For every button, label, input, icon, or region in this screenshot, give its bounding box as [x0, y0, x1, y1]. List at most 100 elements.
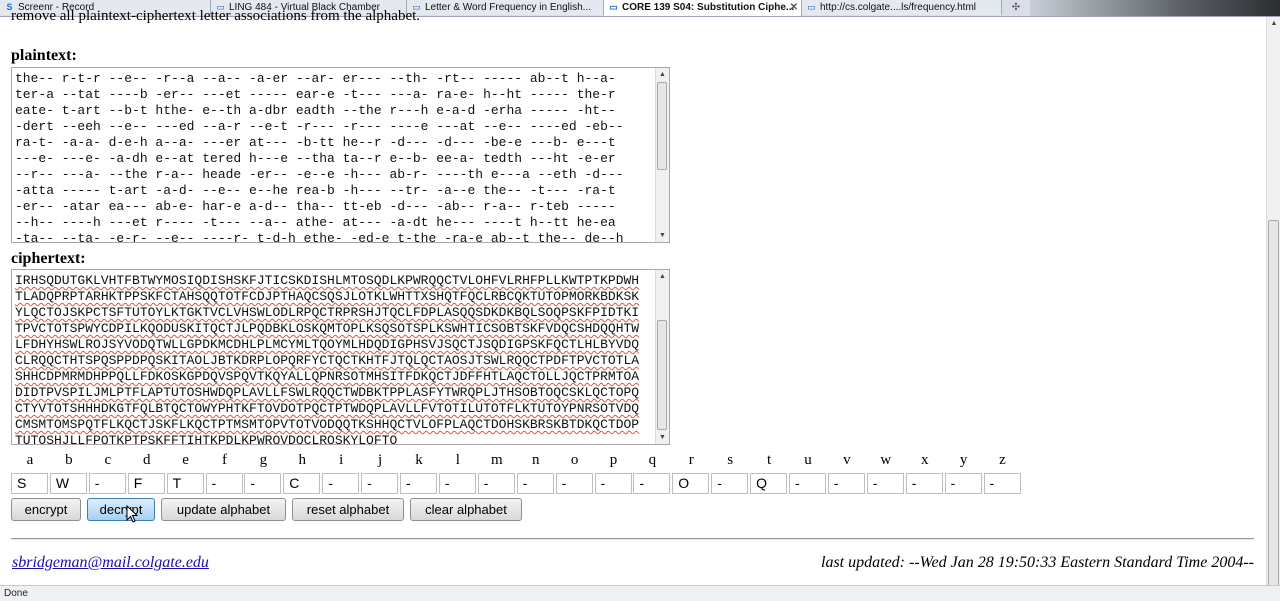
alphabet-mapping-input[interactable]: -	[400, 473, 437, 494]
alphabet-mapping-input[interactable]: -	[244, 473, 282, 494]
alphabet-letter-label: z	[999, 452, 1006, 468]
alphabet-letter-label: e	[182, 452, 189, 468]
ciphertext-line: TPVCTOTSPWYCDPILKQODUSKITQCTJLPQDBKLOSKQ…	[15, 321, 640, 336]
plaintext-line: -dert --eeh --e-- ---ed --a-r --e-t -r--…	[15, 119, 624, 134]
ciphertext-textarea[interactable]: IRHSQDUTGKLVHTFBTWYMOSIQDISHSKFJTICSKDIS…	[11, 269, 670, 445]
alphabet-mapping-input[interactable]: -	[711, 473, 749, 494]
footer-divider	[11, 538, 1254, 540]
scroll-up-arrow-icon[interactable]: ▲	[656, 68, 669, 81]
alphabet-mapping-input[interactable]: -	[88, 473, 126, 494]
tab-label: CORE 139 S04: Substitution Ciphe...	[622, 2, 795, 13]
plaintext-line: ter-a --tat ----b -er-- ---et ----- ear-…	[15, 87, 616, 102]
plaintext-line: ra-t- -a-a- d-e-h a--a- ---er at--- -b-t…	[15, 135, 616, 150]
plaintext-textarea[interactable]: the-- r-t-r --e-- -r--a --a-- -a-er --ar…	[11, 67, 670, 243]
alphabet-mapping-input[interactable]: -	[555, 473, 593, 494]
status-text: Done	[4, 588, 28, 599]
alphabet-letter-label: i	[339, 452, 344, 468]
alphabet-letter-label: v	[843, 452, 851, 468]
alphabet-mapping-input[interactable]: O	[672, 473, 710, 494]
alphabet-mapping-input[interactable]: -	[361, 473, 399, 494]
reset-alphabet-button[interactable]: reset alphabet	[292, 498, 404, 521]
alphabet-mapping-input[interactable]: -	[944, 473, 982, 494]
plaintext-line: -ta-- --ta- -e-r- --e-- ----r- t-d-h eth…	[15, 231, 624, 243]
tab-label: Letter & Word Frequency in English...	[425, 2, 592, 13]
alphabet-mapping-input[interactable]: -	[438, 473, 476, 494]
ciphertext-line: CTYVTOTSHHHDKGTFQLBTQCTOWYPHTKFTOVDOTPQC…	[15, 401, 640, 416]
tab-frequency-html[interactable]: ▭ http://cs.colgate....ls/frequency.html	[802, 0, 1002, 15]
scroll-down-arrow-icon[interactable]: ▼	[656, 229, 669, 242]
instruction-text: remove all plaintext-ciphertext letter a…	[11, 8, 421, 24]
encrypt-button[interactable]: encrypt	[11, 498, 81, 521]
alphabet-letter-label: s	[727, 452, 734, 468]
status-bar: Done	[0, 585, 1280, 601]
ciphertext-scrollbar[interactable]: ▲ ▼	[655, 270, 669, 444]
plaintext-line: -atta ----- t-art -a-d- --e-- e--he rea-…	[15, 183, 616, 198]
alphabet-mapping-input[interactable]: S	[11, 473, 48, 494]
alphabet-mapping-input[interactable]: F	[127, 473, 165, 494]
alphabet-letter-label: g	[259, 452, 268, 468]
tab-letter-frequency[interactable]: ▭ Letter & Word Frequency in English...	[407, 0, 604, 15]
alphabet-letter-label: r	[688, 452, 694, 468]
alphabet-letter-label: f	[222, 452, 227, 468]
page-scrollbar[interactable]: ▲	[1266, 17, 1280, 588]
decrypt-button[interactable]: decrypt	[87, 498, 155, 521]
alphabet-mapping-input[interactable]: -	[905, 473, 943, 494]
ciphertext-content: IRHSQDUTGKLVHTFBTWYMOSIQDISHSKFJTICSKDIS…	[15, 273, 655, 445]
alphabet-letter-label: m	[490, 452, 503, 468]
update-alphabet-button[interactable]: update alphabet	[161, 498, 286, 521]
plaintext-scrollbar[interactable]: ▲ ▼	[655, 68, 669, 242]
scrollbar-thumb[interactable]	[657, 320, 667, 430]
ciphertext-line: LFDHYHSWLROJSYVODQTWLLGPDKMCDHLPLMCYMLTQ…	[15, 337, 640, 352]
plaintext-line: -er-- -atar ea--- ab-e- har-e a-d-- tha-…	[15, 199, 616, 214]
clear-alphabet-button[interactable]: clear alphabet	[410, 498, 522, 521]
alphabet-mapping-input[interactable]: T	[166, 473, 204, 494]
alphabet-mapping-input[interactable]: -	[827, 473, 865, 494]
ciphertext-line: CMSMTOMSPQTFLKQCTJSKFLKQCTPTMSMTOPVTOTVO…	[15, 417, 640, 432]
alphabet-mapping-input[interactable]: -	[633, 473, 671, 494]
alphabet-mapping-input[interactable]: -	[322, 473, 360, 494]
alphabet-mapping-input[interactable]: -	[866, 473, 904, 494]
toolbar-background-image	[1030, 0, 1280, 16]
scroll-down-arrow-icon[interactable]: ▼	[656, 431, 669, 444]
ciphertext-line: TUTOSHJLLFPQTKPTPSKFFTIHTKPDLKPWRQVDQCLR…	[15, 433, 398, 445]
ciphertext-label: ciphertext:	[11, 250, 86, 267]
alphabet-letter-label: c	[104, 452, 112, 468]
ciphertext-line: TLADQPRPTARHKTPPSKFCTAHSQQTOTFCDJPTHAQCS…	[15, 289, 640, 304]
alphabet-letter-row: a b c d e f g h i j k l m n o p q r s t u v w x y z	[11, 452, 1021, 470]
alphabet-letter-label: q	[648, 452, 657, 468]
alphabet-letter-label: u	[804, 452, 812, 468]
new-tab-icon[interactable]: ✣	[1006, 0, 1026, 15]
plaintext-line: the-- r-t-r --e-- -r--a --a-- -a-er --ar…	[15, 71, 616, 86]
alphabet-letter-label: a	[26, 452, 34, 468]
alphabet-mapping-input[interactable]: -	[516, 473, 554, 494]
plaintext-line: ---e- ---e- -a-dh e--at tered h---e --th…	[15, 151, 616, 166]
page-scrollbar-thumb[interactable]	[1268, 220, 1279, 588]
alphabet-mapping-input[interactable]: W	[49, 473, 87, 494]
close-tab-icon[interactable]: ✕	[790, 0, 798, 15]
alphabet-mapping-input[interactable]: Q	[750, 473, 788, 494]
alphabet-mapping-input[interactable]: -	[594, 473, 632, 494]
alphabet-letter-label: t	[767, 452, 772, 468]
scroll-up-arrow-icon[interactable]: ▲	[656, 270, 669, 283]
ciphertext-line: DIDTPVSPILJMLPTFLAPTUTOSHWDQPLAVLLFSWLRQ…	[15, 385, 640, 400]
tab-core139-substitution[interactable]: ▭ CORE 139 S04: Substitution Ciphe... ✕	[604, 0, 802, 16]
author-email-link[interactable]: sbridgeman@mail.colgate.edu	[12, 554, 209, 572]
alphabet-mapping-input[interactable]: -	[205, 473, 243, 494]
plaintext-line: eate- t-art --b-t hthe- e--th a-dbr eadt…	[15, 103, 616, 118]
alphabet-mapping-row: SW-FT--C---------O-Q------	[11, 473, 1021, 494]
alphabet-letter-label: h	[298, 452, 307, 468]
alphabet-mapping-input[interactable]: -	[983, 473, 1021, 494]
alphabet-letter-label: y	[959, 452, 968, 468]
alphabet-mapping-input[interactable]: -	[789, 473, 826, 494]
alphabet-letter-label: l	[455, 452, 460, 468]
scrollbar-thumb[interactable]	[657, 82, 667, 170]
scroll-up-arrow-icon[interactable]: ▲	[1267, 17, 1280, 30]
plaintext-line: --r-- ---a- --the r-a-- heade -er-- -e--…	[15, 167, 624, 182]
alphabet-mapping-input[interactable]: C	[283, 473, 321, 494]
alphabet-letter-label: k	[415, 452, 423, 468]
ciphertext-line: SHHCDPMRMDHPPQLLFDKOSKGPDQVSPQVTKQYALLQP…	[15, 369, 640, 384]
ciphertext-line: IRHSQDUTGKLVHTFBTWYMOSIQDISHSKFJTICSKDIS…	[15, 273, 640, 288]
tab-label: http://cs.colgate....ls/frequency.html	[820, 2, 976, 13]
alphabet-letter-label: x	[920, 452, 929, 468]
alphabet-mapping-input[interactable]: -	[477, 473, 515, 494]
